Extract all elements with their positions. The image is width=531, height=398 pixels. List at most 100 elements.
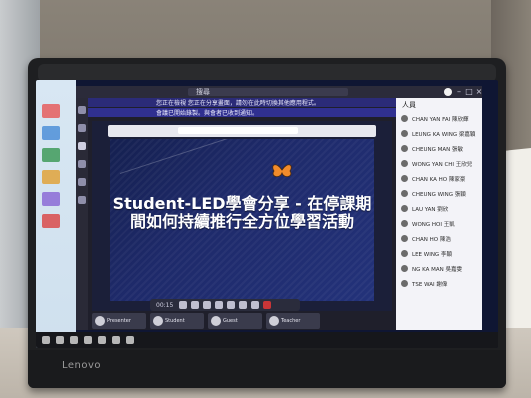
windows-taskbar (36, 332, 498, 348)
participant-row[interactable]: LAU YAN 劉欣 (401, 204, 477, 213)
files-icon[interactable] (78, 196, 86, 204)
calendar-icon[interactable] (78, 160, 86, 168)
video-tile[interactable]: Guest (208, 313, 262, 329)
teams-titlebar: 搜尋 – □ × (76, 86, 482, 98)
browser-icon[interactable] (84, 336, 92, 344)
avatar (401, 235, 408, 242)
mail-icon[interactable] (126, 336, 134, 344)
participant-row[interactable]: WONG YAN CHI 王欣兒 (401, 159, 477, 168)
slide: Student-LED學會分享 - 在停課期間如何持續推行全方位學習活動 (110, 139, 374, 301)
close-icon[interactable]: × (474, 87, 484, 97)
video-tile[interactable]: Student (150, 313, 204, 329)
video-thumbnails: Presenter Student Guest Teacher (92, 313, 392, 329)
laptop-screen: 搜尋 – □ × 您正在檢視 您正在分享畫面，請勿在此時切換其他應用程式。 離開 (36, 80, 498, 348)
search-input[interactable]: 搜尋 (188, 88, 348, 96)
avatar (401, 160, 408, 167)
participant-name: CHAN KA HO 陳家豪 (412, 176, 466, 183)
participant-row[interactable]: CHAN YAN FAI 陳欣輝 (401, 114, 477, 123)
search-label: 搜尋 (196, 88, 210, 96)
tile-label: Presenter (107, 318, 131, 324)
participant-row[interactable]: CHAN KA HO 陳家豪 (401, 174, 477, 183)
video-tile[interactable]: Teacher (266, 313, 320, 329)
desktop-icon[interactable] (42, 126, 60, 140)
taskview-icon[interactable] (70, 336, 78, 344)
avatar (153, 316, 163, 326)
avatar (401, 130, 408, 137)
browser-bar (108, 125, 376, 137)
teams-taskbar-icon[interactable] (112, 336, 120, 344)
avatar (211, 316, 221, 326)
leave-call-icon[interactable] (263, 301, 272, 309)
banner-text: 您正在檢視 您正在分享畫面，請勿在此時切換其他應用程式。 (156, 100, 320, 107)
desktop-icon[interactable] (42, 170, 60, 184)
desktop-icon[interactable] (42, 104, 60, 118)
tile-label: Student (165, 318, 185, 324)
shared-screen: Student-LED學會分享 - 在停課期間如何持續推行全方位學習活動 00:… (92, 121, 392, 311)
desktop-area (36, 80, 76, 348)
maximize-icon[interactable]: □ (464, 87, 474, 97)
avatar (401, 265, 408, 272)
participant-name: WONG YAN CHI 王欣兒 (412, 161, 473, 168)
folder-icon[interactable] (98, 336, 106, 344)
participant-name: LEUNG KA WING 梁嘉穎 (412, 131, 476, 138)
video-tile[interactable]: Presenter (92, 313, 146, 329)
participants-panel: 人員 CHAN YAN FAI 陳欣輝 LEUNG KA WING 梁嘉穎 CHEU… (396, 98, 482, 330)
search-icon[interactable] (56, 336, 64, 344)
avatar (95, 316, 105, 326)
avatar (401, 175, 408, 182)
desktop-icon[interactable] (42, 148, 60, 162)
participant-name: LAU YAN 劉欣 (412, 206, 449, 213)
participant-row[interactable]: TSE WAI 謝偉 (401, 279, 477, 288)
camera-icon[interactable] (179, 301, 188, 309)
participant-name: WONG HOI 王凱 (412, 221, 455, 228)
laptop: 搜尋 – □ × 您正在檢視 您正在分享畫面，請勿在此時切換其他應用程式。 離開 (28, 58, 506, 388)
share-icon[interactable] (203, 301, 212, 309)
chat-icon[interactable] (239, 301, 248, 309)
participant-name: LEE WING 李穎 (412, 251, 452, 258)
start-icon[interactable] (42, 336, 50, 344)
participant-row[interactable]: CHAN HO 陳浩 (401, 234, 477, 243)
avatar (401, 115, 408, 122)
teams-icon[interactable] (78, 142, 86, 150)
more-icon[interactable] (215, 301, 224, 309)
meeting-timer: 00:15 (156, 301, 174, 309)
butterfly-icon (272, 164, 292, 177)
avatar[interactable] (444, 88, 452, 96)
avatar (401, 280, 408, 287)
participant-name: CHAN HO 陳浩 (412, 236, 451, 243)
address-bar[interactable] (178, 127, 298, 134)
chat-icon[interactable] (78, 124, 86, 132)
laptop-brand: Lenovo (62, 360, 102, 371)
calls-icon[interactable] (78, 178, 86, 186)
mic-icon[interactable] (191, 301, 200, 309)
avatar (269, 316, 279, 326)
activity-icon[interactable] (78, 106, 86, 114)
desktop-icon[interactable] (42, 192, 60, 206)
slide-title: Student-LED學會分享 - 在停課期間如何持續推行全方位學習活動 (112, 194, 372, 231)
participant-name: CHEUNG MAN 張敏 (412, 146, 463, 153)
participant-name: TSE WAI 謝偉 (412, 281, 448, 288)
minimize-icon[interactable]: – (454, 87, 464, 97)
avatar (401, 145, 408, 152)
participant-name: CHAN YAN FAI 陳欣輝 (412, 116, 469, 123)
avatar (401, 205, 408, 212)
teams-nav-rail (76, 98, 88, 330)
participants-icon[interactable] (251, 301, 260, 309)
participant-row[interactable]: CHEUNG WING 張穎 (401, 189, 477, 198)
avatar (401, 250, 408, 257)
participant-name: NG KA MAN 吳嘉雯 (412, 266, 463, 273)
participant-row[interactable]: LEE WING 李穎 (401, 249, 477, 258)
raise-hand-icon[interactable] (227, 301, 236, 309)
participant-row[interactable]: CHEUNG MAN 張敏 (401, 144, 477, 153)
teams-window: 搜尋 – □ × 您正在檢視 您正在分享畫面，請勿在此時切換其他應用程式。 離開 (76, 86, 482, 330)
meeting-controls: 00:15 (150, 299, 300, 311)
banner-text: 會議已開始錄製。與會者已收到通知。 (156, 110, 259, 117)
avatar (401, 220, 408, 227)
participant-row[interactable]: LEUNG KA WING 梁嘉穎 (401, 129, 477, 138)
desktop-icon[interactable] (42, 214, 60, 228)
participant-name: CHEUNG WING 張穎 (412, 191, 466, 198)
participant-row[interactable]: WONG HOI 王凱 (401, 219, 477, 228)
participant-row[interactable]: NG KA MAN 吳嘉雯 (401, 264, 477, 273)
tile-label: Guest (223, 318, 238, 324)
tile-label: Teacher (281, 318, 301, 324)
